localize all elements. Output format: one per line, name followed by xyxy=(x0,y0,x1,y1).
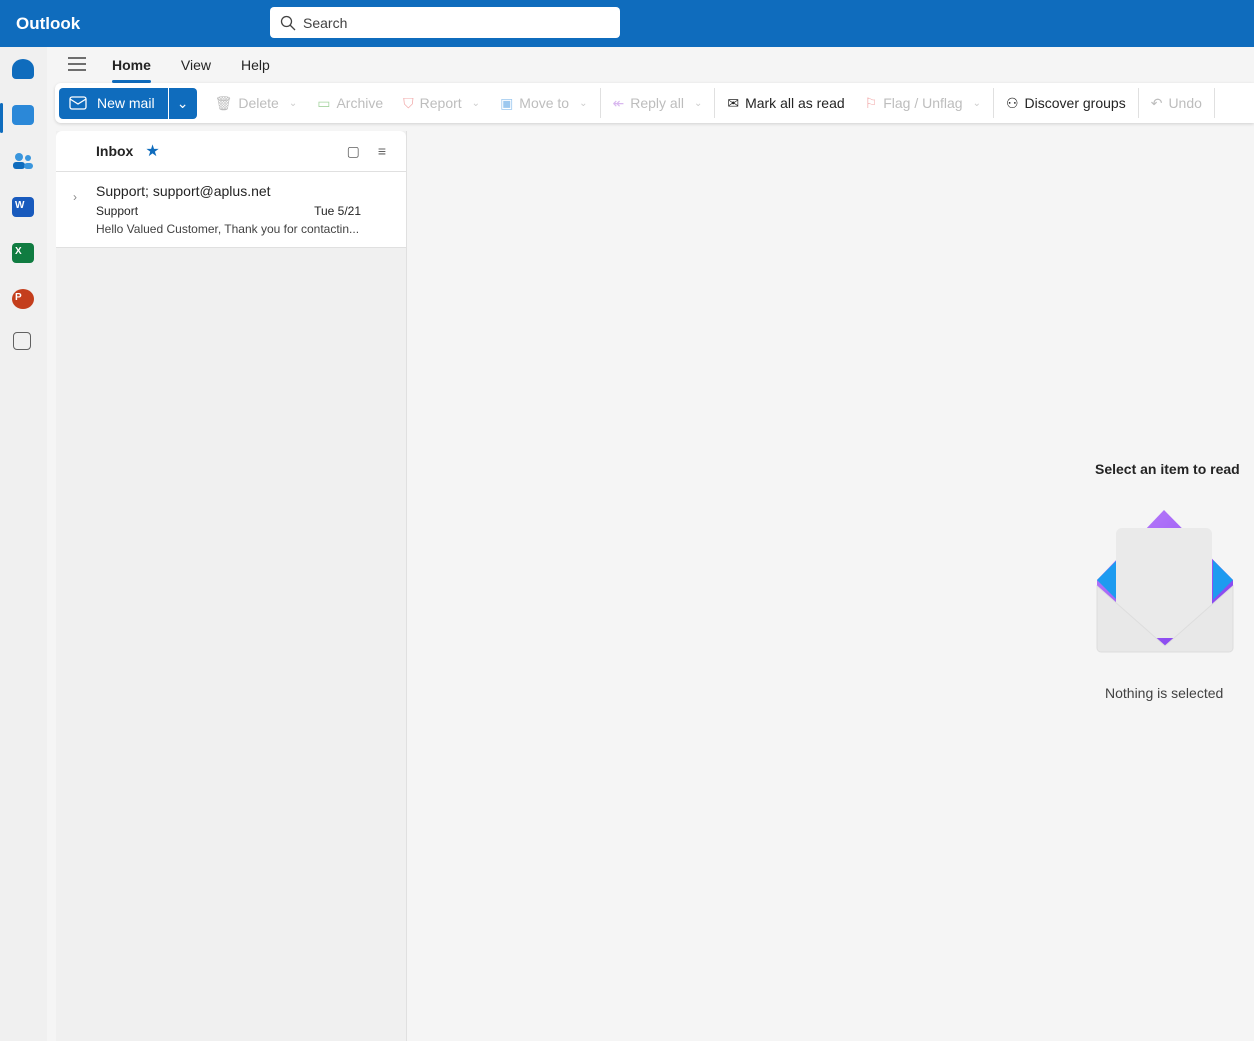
undo-button[interactable]: ↶ Undo xyxy=(1141,95,1212,112)
search-icon xyxy=(280,15,296,30)
discover-groups-button[interactable]: ⚇ Discover groups xyxy=(996,95,1136,112)
favorite-star-icon[interactable]: ★ xyxy=(145,141,159,161)
divider xyxy=(1137,88,1139,118)
undo-icon: ↶ xyxy=(1150,94,1163,111)
mail-icon xyxy=(69,96,87,110)
message-date: Tue 5/21 xyxy=(314,204,361,218)
tab-view[interactable]: View xyxy=(181,51,211,79)
delete-label: Delete xyxy=(238,95,279,111)
mail-read-icon: ✉ xyxy=(727,94,740,111)
apps-icon[interactable] xyxy=(13,332,31,350)
move-to-button[interactable]: ▣ Move to ⌄ xyxy=(490,95,597,112)
reading-pane-subtitle: Nothing is selected xyxy=(1105,685,1224,701)
search-input[interactable]: Search xyxy=(270,7,620,38)
chevron-right-icon[interactable]: › xyxy=(73,190,77,204)
message-list-header: Inbox ★ ▢ ≡ xyxy=(56,131,406,172)
folder-name: Inbox xyxy=(96,143,134,159)
word-icon[interactable]: W xyxy=(12,197,34,217)
powerpoint-icon[interactable]: P xyxy=(12,289,34,309)
new-mail-label: New mail xyxy=(97,95,155,111)
chevron-down-icon: ⌄ xyxy=(288,97,298,109)
rail-selection-indicator xyxy=(0,103,3,133)
tab-home[interactable]: Home xyxy=(112,51,151,83)
archive-icon: ▭ xyxy=(317,94,331,111)
app-rail: W X P xyxy=(0,47,47,1041)
reply-all-button[interactable]: ↞ Reply all ⌄ xyxy=(603,95,713,112)
divider xyxy=(599,88,601,118)
archive-button[interactable]: ▭ Archive xyxy=(307,95,393,112)
select-icon[interactable]: ▢ xyxy=(347,143,360,160)
new-mail-button[interactable]: New mail xyxy=(59,87,169,119)
message-sender: Support; support@aplus.net xyxy=(96,183,271,199)
ribbon-toolbar: New mail ⌄ 🗑 Delete ⌄ ▭ Archive ⛉ Report ⌄ ▣ M… xyxy=(55,83,1254,123)
delete-button[interactable]: 🗑 Delete ⌄ xyxy=(205,95,308,112)
message-preview: Hello Valued Customer, Thank you for con… xyxy=(96,222,360,236)
divider xyxy=(714,88,716,118)
groups-icon: ⚇ xyxy=(1005,94,1019,111)
mark-all-read-button[interactable]: ✉ Mark all as read xyxy=(717,95,854,112)
chevron-down-icon: ⌄ xyxy=(579,97,588,109)
mail-icon[interactable] xyxy=(12,59,34,79)
filter-icon[interactable]: ≡ xyxy=(378,143,386,160)
chevron-down-icon: ⌄ xyxy=(471,97,481,109)
flag-label: Flag / Unflag xyxy=(883,95,963,111)
calendar-icon[interactable] xyxy=(12,105,34,125)
chevron-down-icon: ⌄ xyxy=(972,97,981,109)
divider xyxy=(992,88,994,118)
trash-icon: 🗑 xyxy=(214,94,233,111)
hamburger-menu-icon[interactable] xyxy=(68,56,86,72)
report-label: Report xyxy=(419,95,462,111)
tab-help[interactable]: Help xyxy=(241,51,270,79)
mark-all-read-label: Mark all as read xyxy=(745,95,845,111)
move-to-label: Move to xyxy=(519,95,570,111)
chevron-down-icon: ⌄ xyxy=(176,94,189,111)
flag-button[interactable]: ⚐ Flag / Unflag ⌄ xyxy=(855,95,991,112)
search-placeholder: Search xyxy=(303,14,348,31)
list-item[interactable]: › Support; support@aplus.net Support Tue… xyxy=(56,172,406,248)
message-list: Inbox ★ ▢ ≡ › Support; support@aplus.net… xyxy=(56,131,407,1041)
undo-label: Undo xyxy=(1168,95,1202,111)
reply-all-label: Reply all xyxy=(630,95,684,111)
report-button[interactable]: ⛉ Report ⌄ xyxy=(393,95,490,112)
excel-icon[interactable]: X xyxy=(12,243,34,263)
chevron-down-icon: ⌄ xyxy=(693,97,703,109)
people-icon[interactable] xyxy=(12,151,34,171)
app-title[interactable]: Outlook xyxy=(16,14,80,34)
flag-icon: ⚐ xyxy=(864,94,878,111)
message-subject: Support xyxy=(96,204,139,218)
header-bar: Outlook Search xyxy=(0,0,1254,47)
reply-all-icon: ↞ xyxy=(612,94,625,111)
new-mail-split-button: New mail ⌄ xyxy=(59,87,197,119)
envelope-illustration-icon xyxy=(1096,510,1234,653)
shield-icon: ⛉ xyxy=(403,94,414,111)
divider xyxy=(1213,88,1215,118)
new-mail-dropdown[interactable]: ⌄ xyxy=(169,95,197,112)
discover-groups-label: Discover groups xyxy=(1024,95,1126,111)
archive-label: Archive xyxy=(336,95,384,111)
folder-move-icon: ▣ xyxy=(500,94,514,111)
reading-pane-title: Select an item to read xyxy=(1095,461,1240,477)
